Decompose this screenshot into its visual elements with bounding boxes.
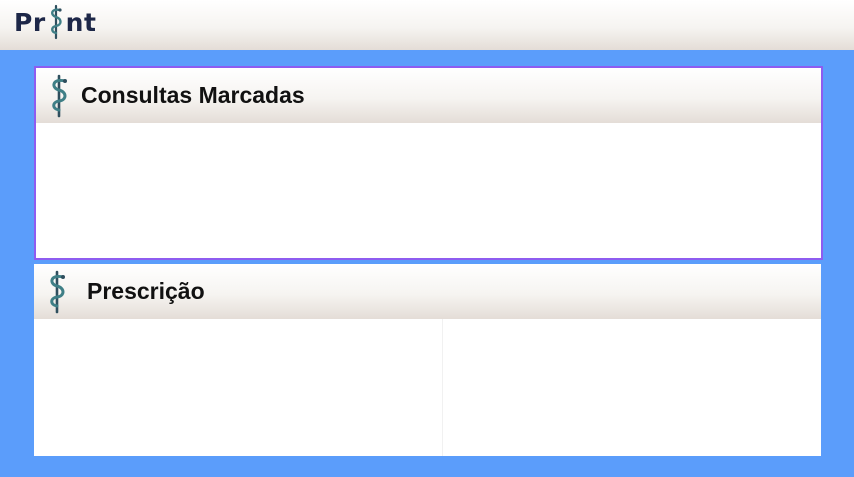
top-bar: Pr nt xyxy=(0,0,854,50)
prescricao-panel-header: Prescrição xyxy=(34,264,821,319)
serpent-staff-icon xyxy=(50,270,65,313)
prescricao-panel: Prescrição xyxy=(34,264,821,456)
prescricao-content xyxy=(34,319,821,456)
serpent-staff-icon xyxy=(52,74,67,117)
serpent-staff-icon xyxy=(50,4,62,40)
logo-text-start: Pr xyxy=(14,7,46,37)
logo-text-end: nt xyxy=(65,7,97,37)
consultas-list-area[interactable] xyxy=(36,123,821,258)
workspace: Consultas Marcadas Prescrição xyxy=(0,50,854,477)
consultas-marcadas-panel: Consultas Marcadas xyxy=(34,66,823,260)
prescricao-left-column[interactable] xyxy=(34,319,443,456)
panel-title: Prescrição xyxy=(87,278,205,304)
app-logo[interactable]: Pr nt xyxy=(14,4,96,40)
panel-title: Consultas Marcadas xyxy=(81,82,305,108)
consultas-panel-header: Consultas Marcadas xyxy=(36,68,821,123)
prescricao-right-column[interactable] xyxy=(443,319,821,456)
